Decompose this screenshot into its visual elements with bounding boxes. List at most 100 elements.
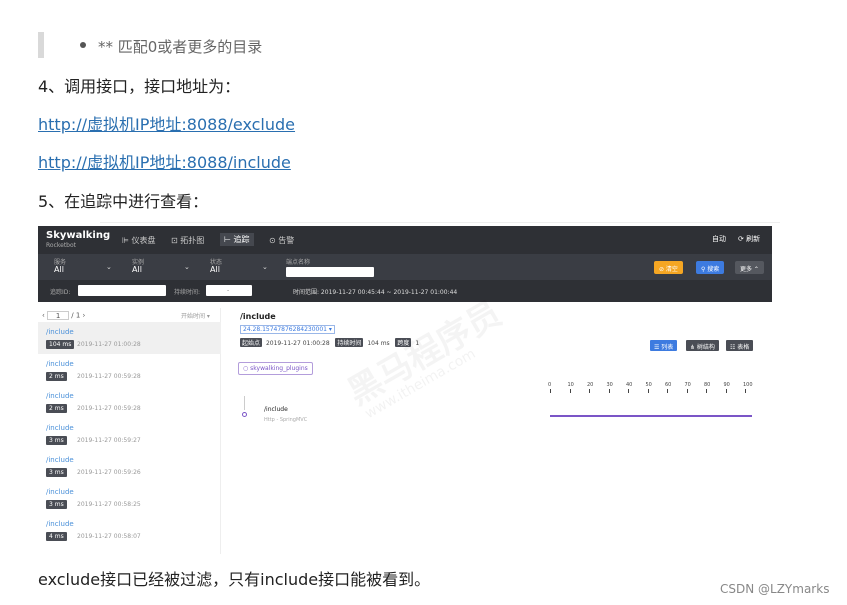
trace-endpoint: /include — [46, 424, 74, 432]
axis-tick — [628, 389, 629, 393]
duration-label: 持续时间: — [174, 289, 201, 296]
trace-list-item[interactable]: /include 2 ms 2019-11-27 00:59:28 — [38, 354, 221, 386]
trace-duration-badge: 2 ms — [46, 372, 67, 381]
axis-tick-label: 80 — [704, 382, 711, 388]
trace-duration-badge: 3 ms — [46, 468, 67, 477]
step4-text: 4、调用接口，接口地址为： — [38, 77, 241, 96]
trace-list-item[interactable]: /include 3 ms 2019-11-27 00:58:25 — [38, 482, 221, 514]
trace-duration-badge: 3 ms — [46, 500, 67, 509]
skywalking-logo: Skywalking — [46, 230, 111, 241]
bullet-text: ** 匹配0或者更多的目录 — [98, 38, 263, 56]
pager-prev[interactable]: ‹ — [42, 312, 45, 320]
trace-duration-badge: 3 ms — [46, 436, 67, 445]
trace-duration-badge: 4 ms — [46, 532, 67, 541]
skywalking-screenshot: Skywalking Rocketbot ⊫ 仪表盘 ⊡ 拓扑图 ⊢ 追踪 ⊙ … — [38, 226, 772, 554]
axis-tick-label: 90 — [723, 382, 730, 388]
trace-id-bar: 追踪ID: 持续时间: - 时间范围: 2019-11-27 00:45:44 … — [38, 280, 772, 302]
start-tag: 起始点 — [240, 338, 263, 347]
trace-list-item[interactable]: /include 104 ms 2019-11-27 01:00:28 — [38, 322, 221, 354]
axis-tick — [725, 389, 727, 393]
span-bar[interactable] — [550, 415, 752, 417]
trace-endpoint: /include — [46, 520, 74, 528]
view-table-button[interactable]: ☷ 表格 — [726, 340, 754, 351]
axis-tick-label: 50 — [645, 382, 652, 388]
view-tree-button[interactable]: ⋔ 树结构 — [686, 340, 719, 351]
start-value: 2019-11-27 01:00:28 — [265, 340, 330, 347]
skywalking-topbar: Skywalking Rocketbot ⊫ 仪表盘 ⊡ 拓扑图 ⊢ 追踪 ⊙ … — [38, 226, 772, 254]
instance-select[interactable]: All — [132, 265, 142, 274]
detail-title: /include — [240, 312, 276, 321]
filter-bar: 服务 All ⌄ 实例 All ⌄ 状态 All ⌄ 端点名称 ⊘ 清空 ⚲ 搜… — [38, 254, 772, 280]
pager: ‹ 1 / 1 › — [42, 311, 85, 320]
trace-endpoint: /include — [46, 488, 74, 496]
trace-time: 2019-11-27 01:00:28 — [77, 341, 141, 348]
chevron-down-icon: ⌄ — [106, 263, 112, 271]
trace-time: 2019-11-27 00:58:07 — [77, 533, 141, 540]
page-input[interactable]: 1 — [47, 311, 70, 320]
nav-topology[interactable]: ⊡ 拓扑图 — [171, 235, 204, 246]
trace-time: 2019-11-27 00:59:27 — [77, 437, 141, 444]
axis-tick — [706, 389, 707, 393]
step5-text: 5、在追踪中进行查看： — [38, 192, 209, 211]
endpoint-input[interactable] — [286, 267, 374, 277]
axis-tick — [569, 389, 571, 393]
axis-tick-label: 0 — [548, 382, 552, 388]
service-select[interactable]: All — [54, 265, 64, 274]
exclude-link[interactable]: http://虚拟机IP地址:8088/exclude — [38, 111, 295, 135]
chevron-down-icon: ⌄ — [262, 263, 268, 271]
span-name[interactable]: /include — [264, 406, 288, 413]
axis-tick-label: 20 — [587, 382, 594, 388]
conclusion-text: exclude接口已经被过滤，只有include接口能被看到。 — [38, 570, 431, 589]
skywalking-logo-sub: Rocketbot — [46, 242, 77, 249]
trace-list-item[interactable]: /include 3 ms 2019-11-27 00:59:26 — [38, 450, 221, 482]
trace-time: 2019-11-27 00:58:25 — [77, 501, 141, 508]
axis-tick-label: 60 — [665, 382, 672, 388]
trace-endpoint: /include — [46, 392, 74, 400]
refresh-button[interactable]: ⟳ 刷新 — [738, 234, 760, 244]
span-node-icon — [242, 412, 247, 417]
pager-total: / 1 › — [71, 311, 86, 320]
trace-time: 2019-11-27 00:59:26 — [77, 469, 141, 476]
nav-alarm[interactable]: ⊙ 告警 — [269, 235, 294, 246]
axis-tick-label: 30 — [606, 382, 613, 388]
state-select[interactable]: All — [210, 265, 220, 274]
reset-button[interactable]: ⊘ 清空 — [654, 261, 683, 274]
watermark: 黑马程序员 — [337, 287, 509, 414]
plugin-tag: ○ skywalking_plugins — [238, 362, 313, 375]
auto-toggle[interactable]: 自动 — [712, 234, 726, 244]
time-range[interactable]: 时间范围: 2019-11-27 00:45:44 ~ 2019-11-27 0… — [293, 287, 457, 296]
axis-tick — [667, 389, 668, 393]
axis-tick-label: 70 — [684, 382, 691, 388]
trace-list-item[interactable]: /include 2 ms 2019-11-27 00:59:28 — [38, 386, 221, 418]
trace-duration-badge: 2 ms — [46, 404, 67, 413]
trace-duration-badge: 104 ms — [46, 340, 75, 349]
trace-endpoint: /include — [46, 360, 74, 368]
trace-list-item[interactable]: /include 4 ms 2019-11-27 00:58:07 — [38, 514, 221, 546]
view-list-button[interactable]: ☰ 列表 — [650, 340, 678, 351]
nav-trace[interactable]: ⊢ 追踪 — [220, 233, 254, 246]
search-button[interactable]: ⚲ 搜索 — [696, 261, 725, 274]
trace-id-input[interactable] — [78, 285, 166, 296]
axis-tick — [745, 389, 746, 393]
chevron-down-icon: ⌄ — [184, 263, 190, 271]
axis-tick — [550, 389, 551, 393]
trace-endpoint: /include — [46, 328, 74, 336]
trace-list-panel: ‹ 1 / 1 › 开始时间 ▾ /include 104 ms 2019-11-2… — [38, 308, 221, 554]
duration-tag: 持续时间 — [335, 338, 364, 347]
axis-tick-label: 10 — [567, 382, 574, 388]
trace-list-item[interactable]: /include 3 ms 2019-11-27 00:59:27 — [38, 418, 221, 450]
span-connector — [244, 396, 245, 410]
more-button[interactable]: 更多 ⌃ — [735, 261, 764, 274]
nav-dashboard[interactable]: ⊫ 仪表盘 — [122, 235, 156, 246]
axis-tick — [686, 389, 688, 393]
csdn-credit: CSDN @LZYmarks — [720, 582, 830, 596]
divider — [100, 222, 780, 223]
endpoint-label: 端点名称 — [286, 259, 311, 266]
axis-tick — [608, 389, 610, 393]
axis-tick-label: 40 — [626, 382, 633, 388]
include-link[interactable]: http://虚拟机IP地址:8088/include — [38, 149, 291, 173]
trace-id-select[interactable]: 24.28.15747876284230001 ▾ — [240, 325, 335, 334]
axis-tick — [647, 389, 649, 393]
sort-select[interactable]: 开始时间 ▾ — [181, 311, 210, 320]
trace-endpoint: /include — [46, 456, 74, 464]
